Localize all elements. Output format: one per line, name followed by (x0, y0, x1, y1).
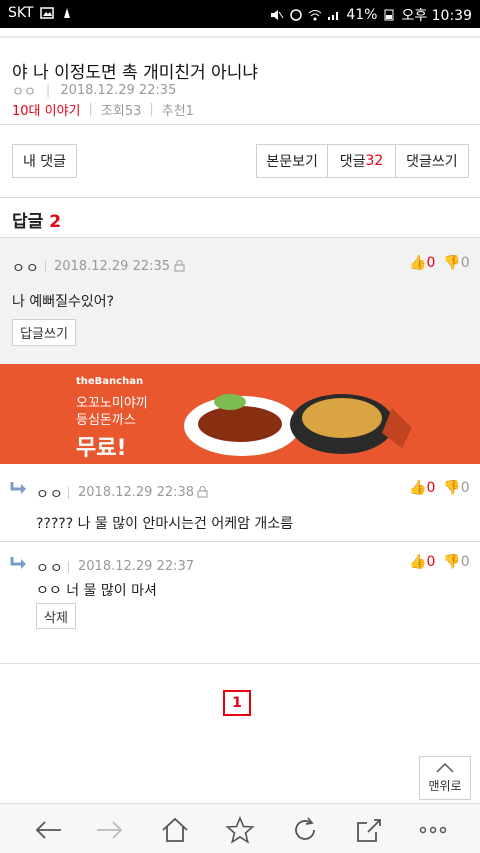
upvote-count: 0 (426, 480, 436, 496)
view-count: 조회53 (100, 104, 142, 119)
battery-icon (384, 9, 394, 21)
signal-icon (328, 12, 339, 20)
share-icon[interactable] (354, 816, 384, 844)
more-icon[interactable] (418, 816, 448, 844)
downvote-count: 0 (460, 255, 470, 271)
banner-brand: theBanchan (76, 376, 144, 387)
app-notification-icon (63, 8, 70, 18)
comment-author: ㅇㅇ (12, 261, 40, 277)
food-image (184, 394, 412, 456)
view-body-button[interactable]: 본문보기 (257, 145, 329, 177)
divider (0, 124, 480, 125)
comment-body: ㅇㅇ 너 물 많이 마셔 (36, 583, 157, 599)
vote-group: 👍0 👎0 (409, 255, 470, 271)
chevron-up-icon (436, 762, 454, 773)
comment-author: ㅇㅇ (36, 487, 64, 503)
lock-icon (174, 260, 185, 272)
divider (0, 197, 480, 198)
comment-author: ㅇㅇ (36, 561, 64, 577)
comments-label: 댓글 (339, 154, 366, 170)
replies-label: 답글 (12, 212, 44, 232)
home-icon[interactable] (160, 816, 190, 844)
meta-separator: | (149, 102, 154, 117)
category-link[interactable]: 10대 이야기 (12, 100, 81, 119)
comment-date: 2018.12.29 22:37 (78, 559, 195, 574)
comments-count: 32 (365, 153, 384, 169)
delete-button[interactable]: 삭제 (36, 603, 76, 629)
banner-headline: 무료! (76, 436, 127, 461)
reply-arrow-icon (10, 557, 26, 569)
forward-arrow-icon[interactable] (95, 816, 125, 844)
button-group: 본문보기 댓글 32 댓글쓰기 (256, 144, 469, 178)
page-number-current[interactable]: 1 (223, 690, 251, 716)
vote-group: 👍0 👎0 (409, 480, 470, 496)
reply-button[interactable]: 답글쓰기 (12, 319, 76, 346)
comment-date: 2018.12.29 22:35 (54, 259, 171, 274)
replies-header: 답글 2 (12, 207, 61, 232)
comment-item: ㅇㅇ 2018.12.29 22:35 👍0 👎0 나 예뻐질수있어? 답글쓰기 (0, 237, 480, 364)
upvote-count: 0 (426, 554, 436, 570)
downvote-button[interactable]: 👎0 (443, 480, 469, 496)
reply-arrow-icon (10, 482, 26, 494)
downvote-count: 0 (460, 480, 470, 496)
alarm-icon (290, 9, 303, 21)
carrier-label: SKT (8, 5, 34, 21)
meta-separator (45, 261, 46, 273)
post-date: 2018.12.29 22:35 (60, 83, 177, 98)
comments-button[interactable]: 댓글 32 (328, 145, 396, 177)
post-stats: 10대 이야기 | 조회53 | 추천1 (12, 100, 194, 119)
upvote-button[interactable]: 👍0 (409, 255, 435, 271)
comment-item: ㅇㅇ 2018.12.29 22:37 👍0 👎0 ㅇㅇ 너 물 많이 마셔 삭… (0, 542, 480, 663)
clock-label: 오후 10:39 (401, 8, 472, 24)
comment-body: 나 예뻐질수있어? (12, 294, 115, 310)
replies-count: 2 (49, 212, 62, 232)
browser-toolbar (0, 803, 480, 853)
scroll-top-button[interactable]: 맨위로 (419, 756, 471, 800)
wifi-icon (308, 10, 322, 21)
gallery-icon (39, 7, 54, 19)
downvote-button[interactable]: 👎0 (443, 554, 469, 570)
meta-separator: | (88, 102, 93, 117)
bookmark-star-icon[interactable] (225, 816, 255, 844)
write-comment-button[interactable]: 댓글쓰기 (396, 145, 468, 177)
status-bar: SKT 41% 오후 10:39 (0, 0, 480, 28)
header-divider (0, 36, 480, 38)
upvote-button[interactable]: 👍0 (409, 554, 435, 570)
vote-group: 👍0 👎0 (409, 554, 470, 570)
mute-icon (271, 10, 284, 20)
post-title: 야 나 이정도면 촉 개미친거 아니냐 (12, 63, 258, 83)
comment-date: 2018.12.29 22:38 (78, 485, 195, 500)
upvote-count: 0 (426, 255, 436, 271)
post-meta: ㅇㅇ | 2018.12.29 22:35 (12, 81, 176, 100)
meta-separator (68, 561, 69, 573)
comment-item: ㅇㅇ 2018.12.29 22:38 👍0 👎0 ????? 나 물 많이 안… (0, 465, 480, 541)
divider (0, 663, 480, 664)
battery-label: 41% (346, 7, 378, 23)
comment-body: ????? 나 물 많이 안마시는건 어케암 개소름 (36, 516, 294, 532)
refresh-icon[interactable] (290, 816, 320, 844)
meta-separator (68, 487, 69, 499)
downvote-count: 0 (460, 554, 470, 570)
recommend-count: 추천1 (161, 104, 194, 119)
banner-line2: 등심돈까스 (76, 413, 136, 428)
ad-banner[interactable]: theBanchan 오꼬노미야끼 등심돈까스 무료! (0, 364, 480, 464)
back-arrow-icon[interactable] (33, 816, 63, 844)
post-author: ㅇㅇ (12, 85, 36, 100)
scroll-top-label: 맨위로 (428, 779, 462, 793)
lock-icon (197, 486, 208, 498)
upvote-button[interactable]: 👍0 (409, 480, 435, 496)
meta-separator: | (45, 83, 51, 98)
downvote-button[interactable]: 👎0 (443, 255, 469, 271)
my-comments-button[interactable]: 내 댓글 (12, 144, 77, 178)
